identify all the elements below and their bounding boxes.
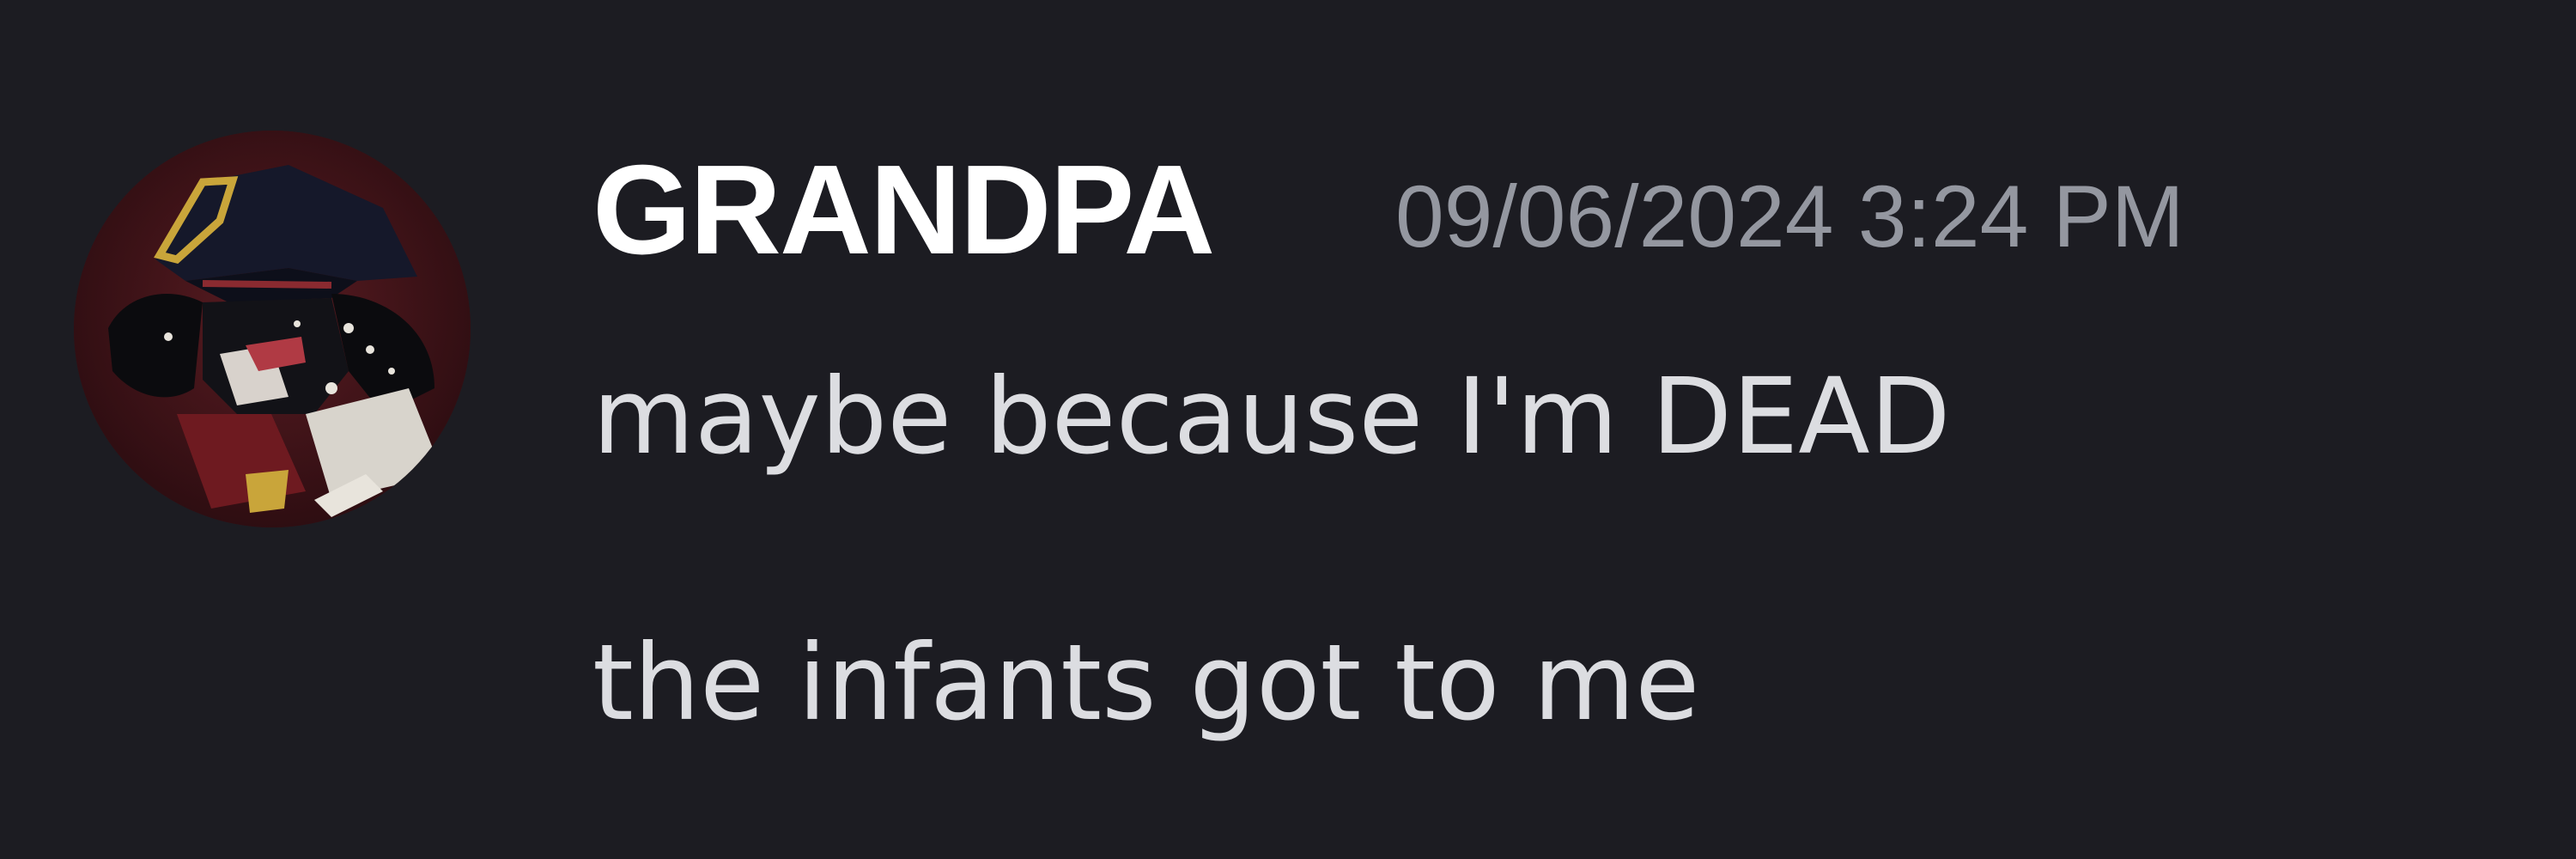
- message-line: maybe because I'm DEAD: [592, 356, 1951, 478]
- chat-canvas: GRANDPA 09/06/2024 3:24 PM maybe because…: [0, 0, 2576, 859]
- chat-message: GRANDPA 09/06/2024 3:24 PM maybe because…: [0, 0, 2576, 859]
- message-header: GRANDPA 09/06/2024 3:24 PM: [592, 137, 2524, 283]
- username[interactable]: GRANDPA: [592, 137, 1215, 283]
- message-line: the infants got to me: [592, 622, 1700, 744]
- avatar[interactable]: [74, 131, 471, 527]
- timestamp[interactable]: 09/06/2024 3:24 PM: [1395, 156, 2184, 277]
- avatar-image-icon: [74, 131, 471, 527]
